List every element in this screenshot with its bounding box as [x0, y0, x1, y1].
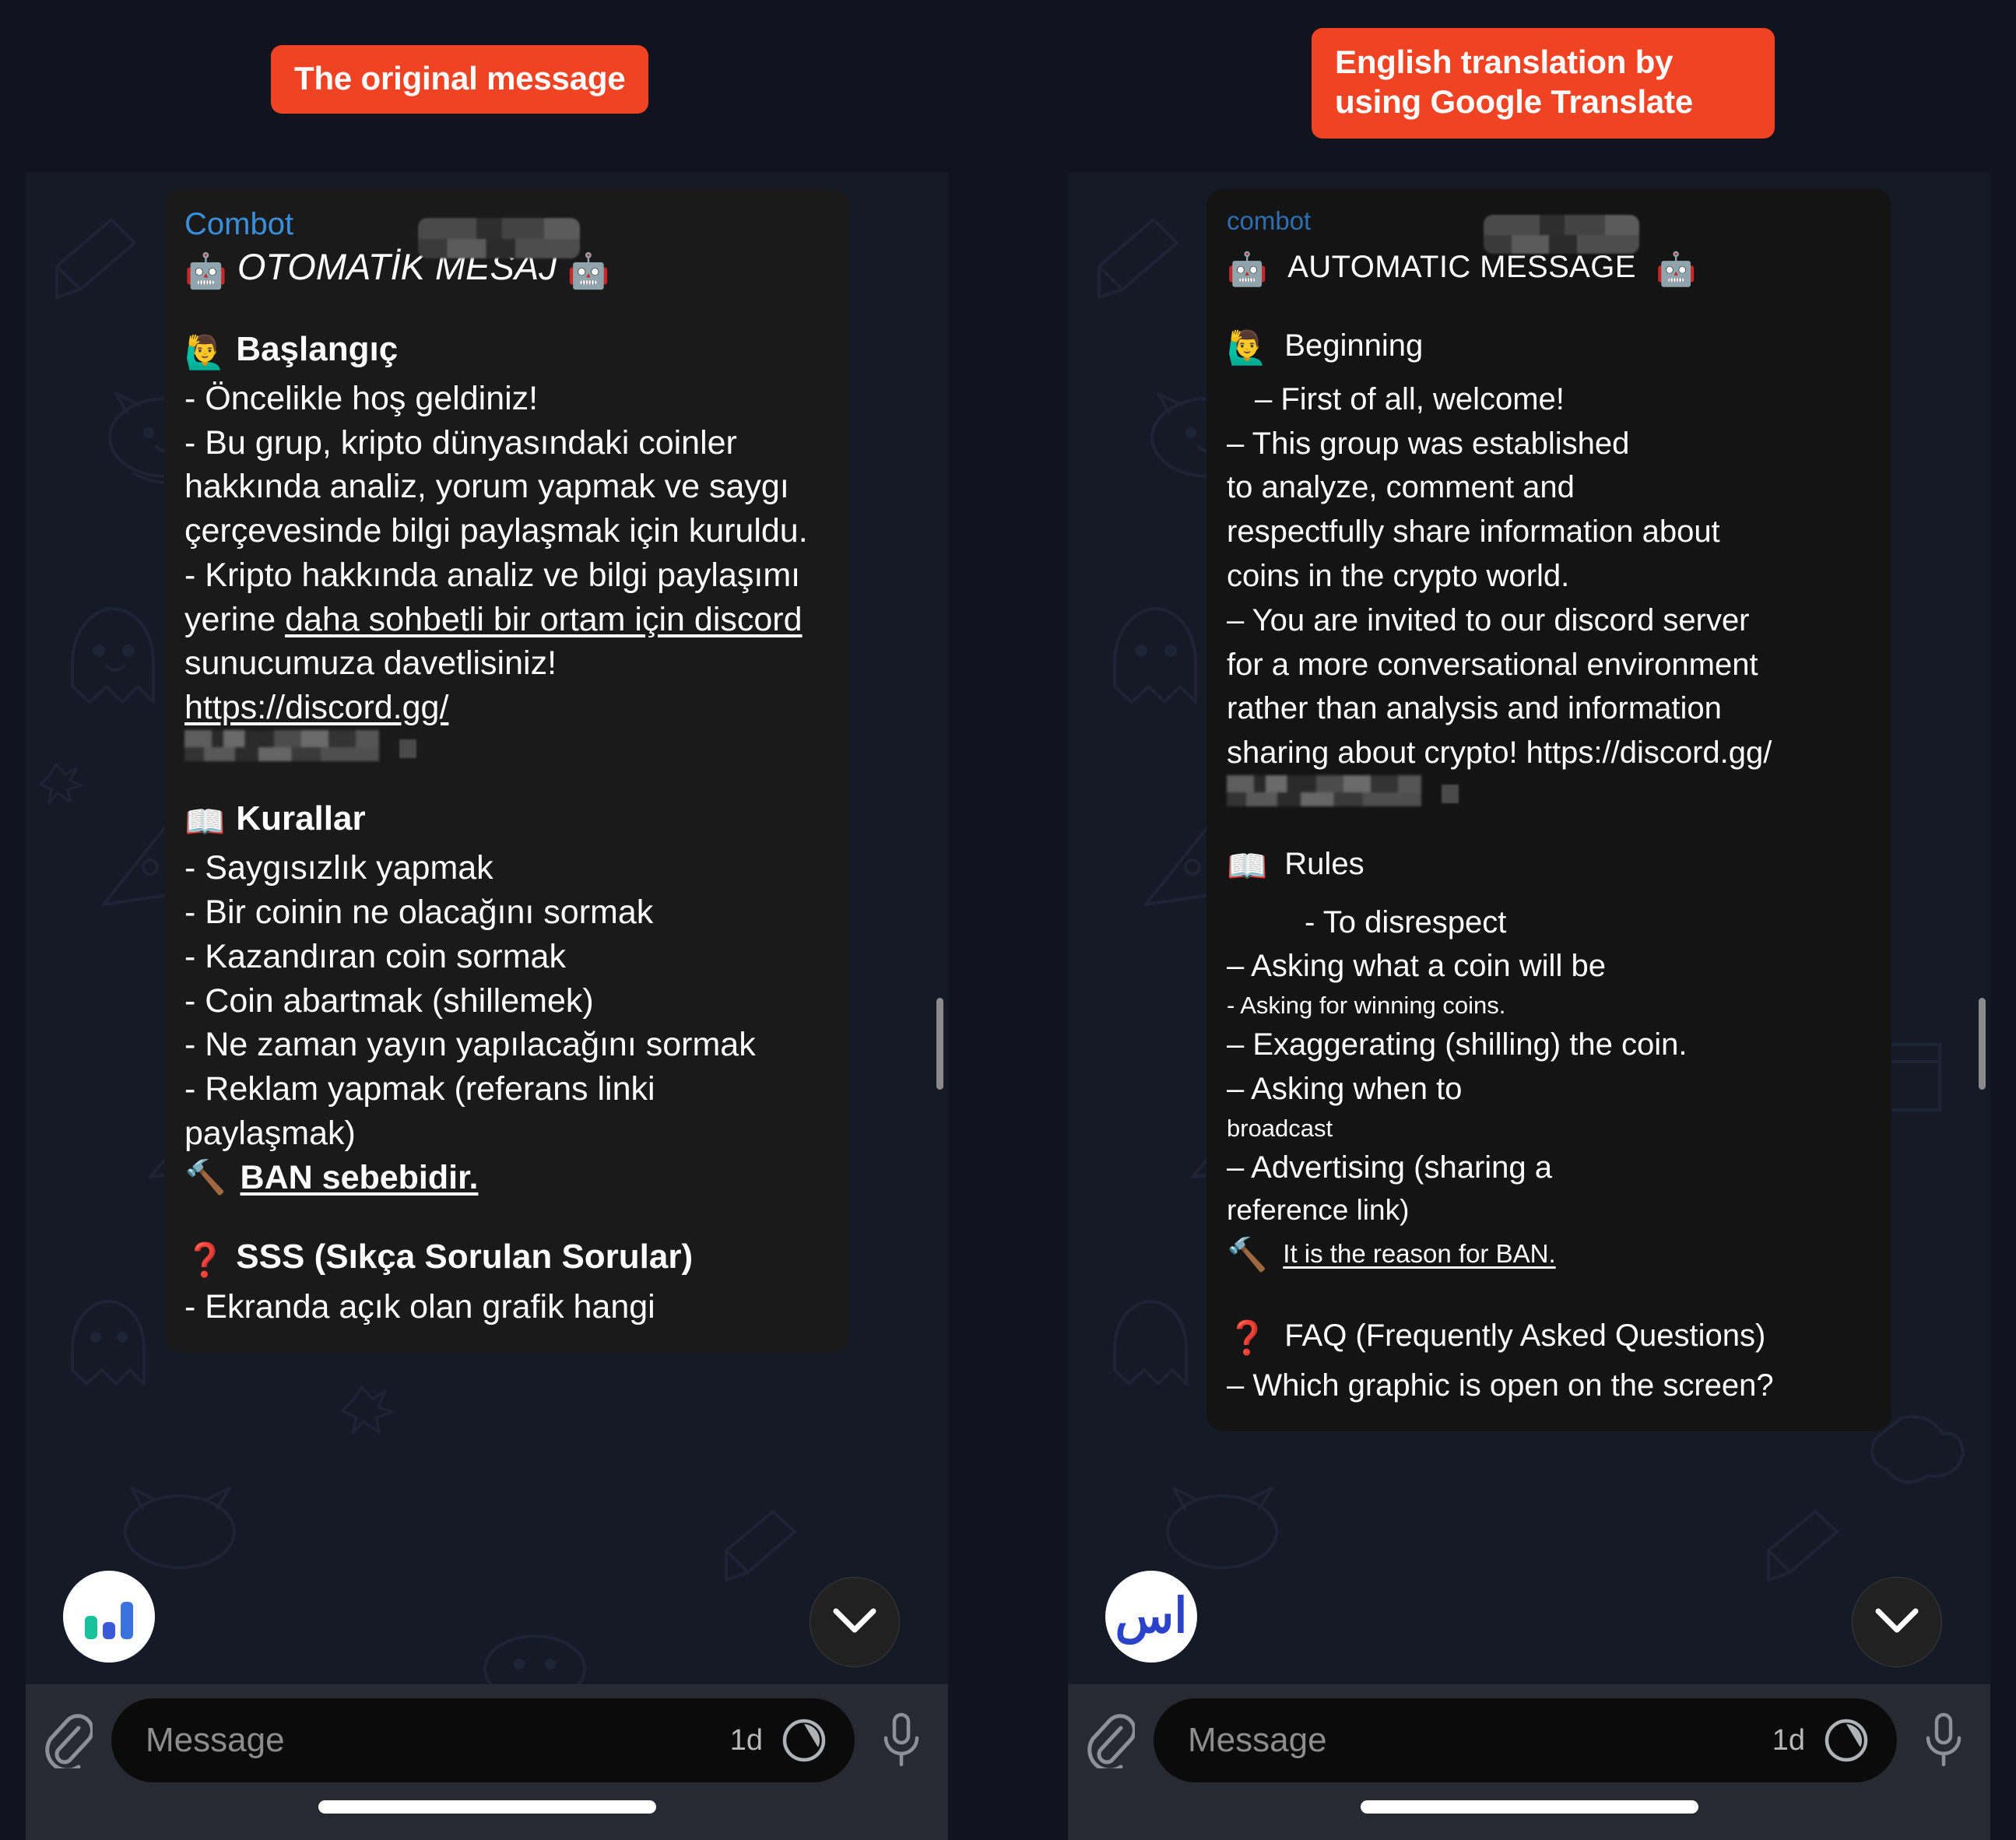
open-book-icon: 📖 [1227, 848, 1268, 885]
message-title-text-translated: AUTOMATIC MESSAGE [1287, 250, 1636, 284]
home-indicator [318, 1800, 656, 1814]
chat-scrollbar-translated[interactable] [1979, 998, 1986, 1090]
faq-item: – Which graphic is open on the screen? [1227, 1368, 1774, 1403]
message-line: respectfully share information about [1227, 514, 1720, 550]
annotation-label-translation: English translation by using Google Tran… [1312, 28, 1775, 139]
hammer-icon: 🔨 [184, 1158, 227, 1196]
section-heading-faq-translated: ❓ FAQ (Frequently Asked Questions) [1227, 1318, 1766, 1356]
message-input-placeholder: Message [1188, 1721, 1327, 1759]
section-heading-beginning: 🙋‍♂️ Başlangıç [184, 329, 399, 370]
robot-icon: 🤖 [184, 252, 227, 290]
message-bubble-translated[interactable]: combot 🤖 AUTOMATIC MESSAGE 🤖 🙋‍♂️ Beginni… [1206, 188, 1891, 1432]
rule-item: - To disrespect [1305, 904, 1507, 939]
rule-item: - Coin abartmak (shillemek) [184, 981, 594, 1020]
paperclip-icon [1087, 1714, 1135, 1768]
message-composer: Message 1d [26, 1684, 948, 1840]
message-bubble[interactable]: Combot 🤖 OTOMATİK MESAJ 🤖 🙋‍♂️ Başlangıç … [164, 188, 849, 1353]
redacted-username-block [418, 218, 580, 258]
rule-item: - Bir coinin ne olacağını sormak [184, 894, 654, 932]
self-destruct-duration-label: 1d [729, 1723, 763, 1757]
message-line-with-link: - Kripto hakkında analiz ve bilgi paylaş… [184, 556, 803, 727]
bar-chart-icon [85, 1602, 133, 1639]
section-heading-faq: ❓ SSS (Sıkça Sorulan Sorular) [184, 1238, 694, 1279]
home-indicator [1360, 1800, 1698, 1814]
faq-item: - Ekranda açık olan grafik hangi [184, 1287, 655, 1326]
hammer-icon: 🔨 [1227, 1236, 1268, 1273]
ban-warning: 🔨 BAN sebebidir. [184, 1156, 829, 1200]
rule-item: - Ne zaman yayın yapılacağını sormak [184, 1026, 756, 1064]
rule-item: – Asking what a coin will be [1227, 949, 1606, 984]
message-line: to analyze, comment and [1227, 470, 1575, 505]
rule-item: - Reklam yapmak (referans linki paylaşma… [184, 1070, 655, 1152]
message-line: – This group was established [1227, 426, 1630, 461]
message-composer-translated: Message 1d [1068, 1684, 1990, 1840]
chat-scrollbar[interactable] [936, 998, 943, 1090]
message-input[interactable]: Message 1d [111, 1698, 855, 1782]
raising-hand-icon: 🙋‍♂️ [184, 333, 226, 370]
inline-link-text[interactable]: daha sohbetli bir ortam için discord [285, 601, 802, 638]
paperclip-icon [45, 1714, 93, 1768]
phone-screenshot-translated: combot 🤖 AUTOMATIC MESSAGE 🤖 🙋‍♂️ Beginni… [1068, 173, 1990, 1840]
discord-url-link[interactable]: https://discord.gg/ [184, 689, 448, 726]
ban-warning-text-translated: It is the reason for BAN. [1283, 1239, 1556, 1269]
rule-item: – Exaggerating (shilling) the coin. [1227, 1027, 1688, 1062]
message-line: – First of all, welcome! [1255, 381, 1565, 416]
rule-item: - Asking for winning coins. [1227, 992, 1506, 1020]
microphone-icon [1926, 1712, 1962, 1767]
redacted-username-block-translated [1484, 215, 1639, 254]
section-heading-rules-translated: 📖 Rules [1227, 847, 1364, 885]
message-line: - Bu grup, kripto dünyasındaki coinler h… [184, 423, 808, 550]
self-destruct-timer-icon[interactable] [1822, 1716, 1870, 1765]
rule-item: - Saygısızlık yapmak [184, 849, 493, 887]
message-input[interactable]: Message 1d [1154, 1698, 1897, 1782]
rule-item: - Kazandıran coin sormak [184, 937, 566, 975]
message-sender-name-translated[interactable]: combot [1227, 206, 1311, 235]
section-heading-beginning-translated: 🙋‍♂️ Beginning [1227, 328, 1424, 367]
rule-item: broadcast [1227, 1114, 1333, 1142]
chat-message-list[interactable]: Combot 🤖 OTOMATİK MESAJ 🤖 🙋‍♂️ Başlangıç … [26, 173, 948, 1684]
question-mark-icon: ❓ [1227, 1319, 1268, 1356]
message-input-placeholder: Message [146, 1721, 285, 1759]
robot-icon: 🤖 [1227, 251, 1268, 287]
phone-screenshot-original: Combot 🤖 OTOMATİK MESAJ 🤖 🙋‍♂️ Başlangıç … [26, 173, 948, 1840]
scroll-to-bottom-button-translated[interactable] [1852, 1577, 1942, 1667]
message-line: rather than analysis and information [1227, 691, 1722, 726]
redacted-invite-code-translated [1227, 775, 1871, 807]
self-destruct-duration-label: 1d [1772, 1723, 1805, 1757]
avatar-translated[interactable]: اس [1105, 1571, 1197, 1663]
message-line: - Öncelikle hoş geldiniz! [184, 379, 539, 417]
message-line: for a more conversational environment [1227, 647, 1758, 682]
chevron-down-icon [1875, 1608, 1919, 1633]
message-title-translated: 🤖 AUTOMATIC MESSAGE 🤖 [1227, 249, 1871, 288]
raising-hand-icon: 🙋‍♂️ [1227, 329, 1268, 367]
attach-button[interactable] [26, 1712, 111, 1768]
scroll-to-bottom-button[interactable] [810, 1577, 900, 1667]
section-heading-rules: 📖 Kurallar [184, 799, 366, 840]
question-mark-icon: ❓ [184, 1241, 226, 1279]
microphone-icon [883, 1712, 919, 1767]
screenshot-root: The original message English translation… [0, 0, 2016, 1840]
chat-message-list-translated[interactable]: combot 🤖 AUTOMATIC MESSAGE 🤖 🙋‍♂️ Beginni… [1068, 173, 1990, 1684]
self-destruct-timer-icon[interactable] [780, 1716, 828, 1765]
avatar-label: اس [1115, 1589, 1189, 1643]
message-sender-name[interactable]: Combot [184, 207, 293, 241]
ban-warning-translated: 🔨 It is the reason for BAN. [1227, 1231, 1871, 1278]
ban-warning-text: BAN sebebidir. [240, 1158, 479, 1196]
message-line-with-link[interactable]: sharing about crypto! https://discord.gg… [1227, 731, 1871, 775]
voice-record-button[interactable] [855, 1712, 948, 1769]
message-line: – You are invited to our discord server [1227, 602, 1750, 637]
robot-icon-2: 🤖 [1656, 251, 1698, 287]
chevron-down-icon [833, 1608, 876, 1633]
annotation-label-original: The original message [271, 45, 649, 114]
rule-item: reference link) [1227, 1193, 1410, 1226]
attach-button[interactable] [1068, 1712, 1154, 1768]
redacted-invite-code [184, 729, 829, 761]
avatar[interactable] [63, 1571, 155, 1663]
rule-item: – Advertising (sharing a [1227, 1150, 1553, 1185]
message-line: coins in the crypto world. [1227, 559, 1570, 594]
rule-item: – Asking when to [1227, 1072, 1463, 1107]
robot-icon-2: 🤖 [567, 252, 610, 290]
voice-record-button[interactable] [1897, 1712, 1990, 1769]
open-book-icon: 📖 [184, 802, 226, 840]
